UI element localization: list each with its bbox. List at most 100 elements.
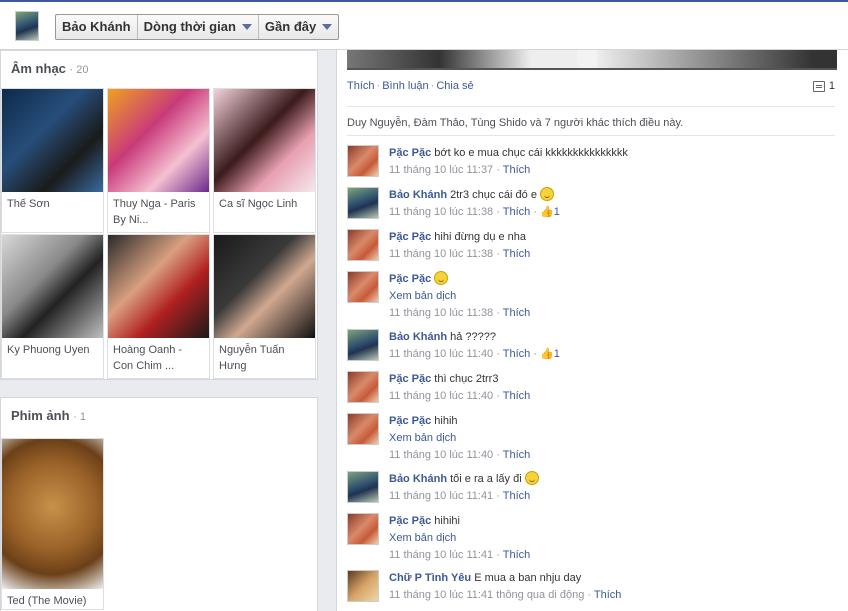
comment-like-link[interactable]: Thích [503, 164, 531, 176]
avatar[interactable] [347, 471, 379, 503]
avatar[interactable] [347, 570, 379, 602]
commenter-name[interactable]: Chữ P Tình Yêu [389, 572, 471, 584]
music-item-label: Ky Phuong Uyen [7, 344, 90, 356]
movie-item[interactable]: Ted (The Movie) [1, 438, 104, 610]
separator: · [493, 206, 503, 218]
comment-time[interactable]: 11 tháng 10 lúc 11:41 thông qua di động [389, 589, 584, 601]
left-column: Âm nhạc · 20 Thế Sơn Thuy Nga - Paris By… [0, 50, 320, 611]
separator: · [493, 248, 503, 260]
music-thumbnail [214, 89, 315, 192]
see-translation-link[interactable]: Xem bản dịch [389, 432, 456, 444]
separator: · [584, 589, 594, 601]
comment-text: hihih [434, 415, 458, 427]
music-item[interactable]: Thế Sơn [1, 88, 104, 233]
comment-time[interactable]: 11 tháng 10 lúc 11:41 [389, 490, 493, 502]
crumb-label: Gần đây [264, 19, 317, 34]
like-count-value: 1 [553, 348, 560, 360]
comment-time[interactable]: 11 tháng 10 lúc 11:40 [389, 390, 493, 402]
music-item[interactable]: Hoàng Oanh - Con Chim ... [107, 234, 210, 379]
post-photo-strip[interactable] [347, 50, 837, 70]
see-translation-link[interactable]: Xem bản dịch [389, 290, 456, 302]
commenter-name[interactable]: Pặc Pặc [389, 373, 431, 385]
likes-summary[interactable]: Duy Nguyễn, Đàm Thảo, Tùng Shido và 7 ng… [347, 106, 835, 136]
comment-link[interactable]: Bình luận [382, 80, 428, 92]
comment-count[interactable]: 1 [812, 80, 835, 92]
commenter-name[interactable]: Bảo Khánh [389, 331, 447, 343]
comment-like-count[interactable]: 👍1 [540, 346, 560, 363]
music-item[interactable]: Ky Phuong Uyen [1, 234, 104, 379]
commenter-name[interactable]: Pặc Pặc [389, 415, 431, 427]
avatar[interactable] [347, 271, 379, 303]
comment-like-link[interactable]: Thích [503, 248, 531, 260]
avatar[interactable] [347, 229, 379, 261]
chevron-down-icon [322, 24, 333, 30]
crumb-recent[interactable]: Gần đây [259, 15, 338, 39]
comment-time[interactable]: 11 tháng 10 lúc 11:38 [389, 248, 493, 260]
separator: · [493, 164, 503, 176]
comment-like-link[interactable]: Thích [503, 549, 531, 561]
timeline-topbar: Bảo Khánh Dòng thời gian Gần đây [0, 0, 848, 50]
commenter-name[interactable]: Pặc Pặc [389, 273, 431, 285]
comment-text: hihihi [434, 515, 460, 527]
music-thumbnail [2, 89, 103, 192]
avatar[interactable] [347, 187, 379, 219]
music-item[interactable]: Nguyễn Tuấn Hưng [213, 234, 316, 379]
comment-time[interactable]: 11 tháng 10 lúc 11:40 [389, 449, 493, 461]
commenter-name[interactable]: Pặc Pặc [389, 147, 431, 159]
comment-like-link[interactable]: Thích [503, 390, 531, 402]
commenter-name[interactable]: Pặc Pặc [389, 515, 431, 527]
separator: · [493, 449, 503, 461]
panel-count: · 20 [69, 64, 89, 76]
profile-avatar[interactable] [15, 11, 39, 41]
smiley-emoticon-icon [524, 471, 539, 485]
avatar[interactable] [347, 413, 379, 445]
comment-time[interactable]: 11 tháng 10 lúc 11:41 [389, 549, 493, 561]
movies-panel: Phim ảnh · 1 Ted (The Movie) [0, 397, 318, 611]
music-item-label: Ca sĩ Ngọc Linh [219, 198, 298, 210]
crumb-timeline[interactable]: Dòng thời gian [138, 15, 259, 39]
music-thumbnail [108, 235, 209, 338]
comment-time[interactable]: 11 tháng 10 lúc 11:38 [389, 206, 493, 218]
music-item[interactable]: Ca sĩ Ngọc Linh [213, 88, 316, 233]
crumb-label: Dòng thời gian [143, 19, 236, 34]
music-heading[interactable]: Âm nhạc · 20 [1, 51, 317, 87]
breadcrumb: Bảo Khánh Dòng thời gian Gần đây [55, 14, 340, 40]
music-item[interactable]: Thuy Nga - Paris By Ni... [107, 88, 210, 233]
comment-text: E mua a ban nhju day [474, 572, 582, 584]
music-thumbnail [108, 89, 209, 192]
panel-count: · 1 [73, 411, 86, 423]
comment-like-link[interactable]: Thích [503, 449, 531, 461]
panel-title: Âm nhạc [11, 61, 66, 76]
share-link[interactable]: Chia sẻ [436, 80, 473, 92]
comment-like-link[interactable]: Thích [503, 307, 531, 319]
commenter-name[interactable]: Pặc Pặc [389, 231, 431, 243]
comment-time[interactable]: 11 tháng 10 lúc 11:37 [389, 164, 493, 176]
comment-text: 2tr3 chục cái đó e [450, 189, 537, 201]
comment-like-link[interactable]: Thích [503, 490, 531, 502]
music-item-label: Thuy Nga - Paris By Ni... [113, 198, 196, 226]
panel-title: Phim ảnh [11, 408, 70, 423]
avatar[interactable] [347, 513, 379, 545]
avatar[interactable] [347, 145, 379, 177]
music-item-label: Nguyễn Tuấn Hưng [219, 344, 285, 372]
post-photo [597, 50, 837, 68]
comment-text: hihi đừng dụ e nha [434, 231, 527, 243]
crumb-profile-name[interactable]: Bảo Khánh [56, 15, 138, 39]
commenter-name[interactable]: Bảo Khánh [389, 473, 447, 485]
comment-time[interactable]: 11 tháng 10 lúc 11:40 [389, 348, 493, 360]
avatar[interactable] [347, 329, 379, 361]
commenter-name[interactable]: Bảo Khánh [389, 189, 447, 201]
comment-like-count[interactable]: 👍1 [540, 204, 560, 221]
like-link[interactable]: Thích [347, 80, 375, 92]
comment-like-link[interactable]: Thích [594, 589, 622, 601]
smiley-emoticon-icon [434, 271, 449, 285]
comment-like-link[interactable]: Thích [503, 348, 531, 360]
smiley-emoticon-icon [540, 187, 555, 201]
see-translation-link[interactable]: Xem bản dịch [389, 532, 456, 544]
comment-like-link[interactable]: Thích [503, 206, 531, 218]
comment-time[interactable]: 11 tháng 10 lúc 11:38 [389, 307, 493, 319]
music-item-label: Hoàng Oanh - Con Chim ... [113, 344, 183, 372]
movies-heading[interactable]: Phim ảnh · 1 [1, 398, 317, 434]
comment-text: tối e ra a lấy đi [450, 473, 522, 485]
avatar[interactable] [347, 371, 379, 403]
